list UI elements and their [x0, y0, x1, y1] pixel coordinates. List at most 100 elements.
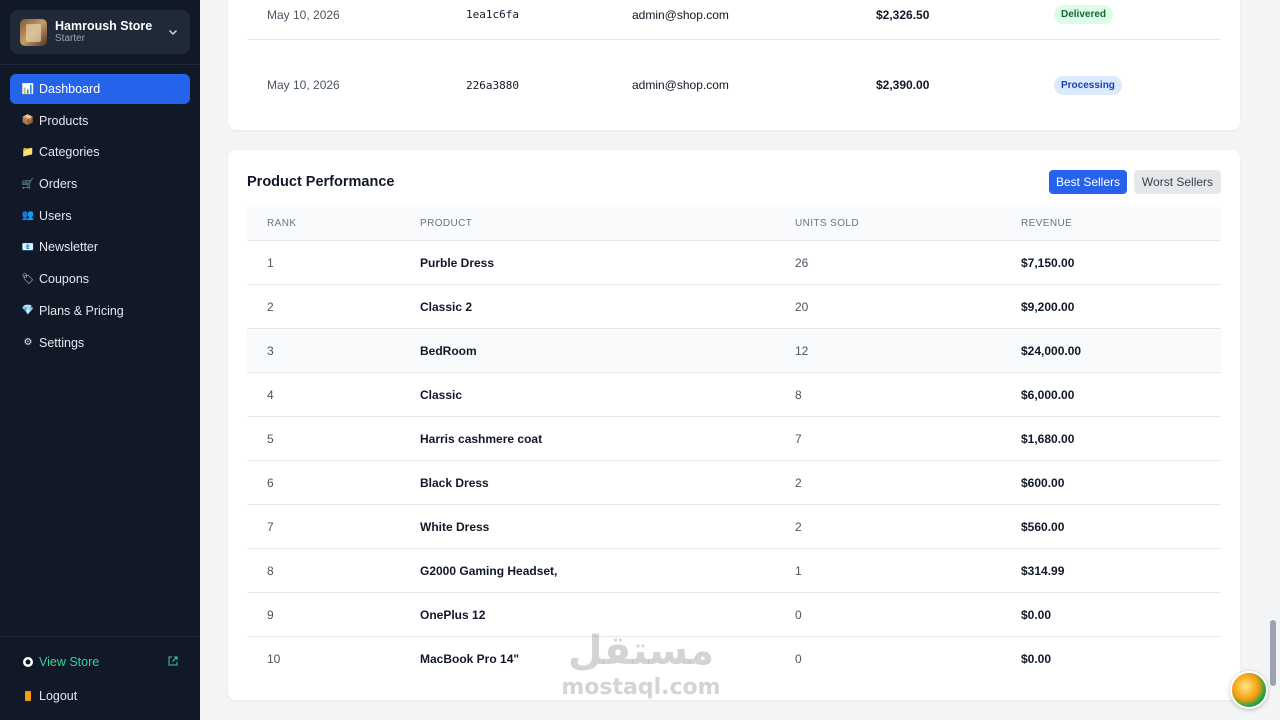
table-header: RANK PRODUCT UNITS SOLD REVENUE [247, 207, 1221, 241]
store-info: Hamroush Store Starter [55, 19, 166, 45]
chart-icon: 📊 [21, 83, 35, 95]
units-cell: 2 [795, 520, 802, 534]
sidebar-item-orders[interactable]: 🛒 Orders [10, 169, 190, 199]
product-cell: MacBook Pro 14" [420, 652, 520, 666]
table-row[interactable]: 1 Purble Dress 26 $7,150.00 [247, 241, 1221, 285]
units-cell: 0 [795, 652, 802, 666]
mail-icon: 📧 [21, 241, 35, 253]
sidebar-item-newsletter[interactable]: 📧 Newsletter [10, 232, 190, 262]
product-cell: Harris cashmere coat [420, 432, 543, 446]
sidebar-item-label: Orders [39, 177, 78, 192]
rank-cell: 9 [267, 608, 274, 622]
units-cell: 2 [795, 476, 802, 490]
product-cell: Classic [420, 388, 463, 402]
chevron-down-icon[interactable] [166, 25, 180, 39]
table-row[interactable]: 10 MacBook Pro 14" 0 $0.00 [247, 637, 1221, 681]
diamond-icon: 💎 [21, 305, 35, 317]
product-cell: Classic 2 [420, 300, 473, 314]
product-cell: Purble Dress [420, 256, 495, 270]
table-row[interactable]: 3 BedRoom 12 $24,000.00 [247, 329, 1221, 373]
units-cell: 8 [795, 388, 802, 402]
rank-cell: 2 [267, 300, 274, 314]
sidebar-item-settings[interactable]: ⚙ Settings [10, 328, 190, 358]
order-email: admin@shop.com [632, 78, 729, 92]
cart-icon: 🛒 [21, 178, 35, 190]
watermark: مستقل mostaql.com [560, 626, 722, 706]
status-badge: Processing [1054, 75, 1122, 95]
external-link-icon [168, 655, 178, 669]
sidebar-item-label: Coupons [39, 272, 90, 287]
sidebar-item-coupons[interactable]: 🏷 Coupons [10, 264, 190, 294]
divider [0, 636, 200, 637]
units-cell: 26 [795, 256, 809, 270]
revenue-cell: $24,000.00 [1021, 344, 1082, 358]
table-row[interactable]: May 10, 2026 226a3880 admin@shop.com $2,… [247, 60, 1221, 110]
sidebar-item-categories[interactable]: 📁 Categories [10, 137, 190, 167]
order-id: 1ea1c6fa [466, 8, 519, 21]
rank-cell: 5 [267, 432, 274, 446]
table-row[interactable]: May 10, 2026 1ea1c6fa admin@shop.com $2,… [247, 0, 1221, 40]
revenue-cell: $6,000.00 [1021, 388, 1075, 402]
rank-cell: 1 [267, 256, 274, 270]
sidebar-item-label: Settings [39, 335, 85, 350]
watermark-arabic: مستقل [567, 628, 715, 674]
watermark-latin: mostaql.com [561, 675, 721, 700]
sidebar-item-products[interactable]: 📦 Products [10, 106, 190, 136]
order-amount: $2,326.50 [876, 7, 930, 22]
table-row[interactable]: 8 G2000 Gaming Headset, 1 $314.99 [247, 549, 1221, 593]
logout-button[interactable]: Logout [10, 684, 190, 708]
revenue-cell: $1,680.00 [1021, 432, 1075, 446]
table-row[interactable]: 9 OnePlus 12 0 $0.00 [247, 593, 1221, 637]
sidebar-item-label: Products [39, 113, 89, 128]
store-name: Hamroush Store [55, 19, 153, 33]
table-row[interactable]: 2 Classic 2 20 $9,200.00 [247, 285, 1221, 329]
box-icon: 📦 [21, 115, 35, 127]
product-cell: G2000 Gaming Headset, [420, 564, 558, 578]
revenue-cell: $600.00 [1021, 476, 1065, 490]
order-email: admin@shop.com [632, 7, 729, 22]
status-badge: Delivered [1054, 5, 1114, 24]
units-cell: 7 [795, 432, 802, 446]
order-id: 226a3880 [466, 78, 519, 92]
sidebar-item-dashboard[interactable]: 📊 Dashboard [10, 74, 190, 104]
header-revenue: REVENUE [1021, 218, 1073, 229]
table-row[interactable]: 4 Classic 8 $6,000.00 [247, 373, 1221, 417]
rank-cell: 7 [267, 520, 274, 534]
sidebar-item-label: Categories [39, 145, 100, 160]
order-date: May 10, 2026 [267, 7, 340, 22]
header-rank: RANK [267, 218, 297, 229]
sidebar-item-plans-pricing[interactable]: 💎 Plans & Pricing [10, 296, 190, 326]
status-badge-label: Processing [1054, 75, 1122, 95]
sidebar-nav: 📊 Dashboard 📦 Products 📁 Categories 🛒 Or… [10, 74, 190, 359]
recent-orders-card: May 10, 2026 1ea1c6fa admin@shop.com $2,… [228, 0, 1240, 130]
sidebar-item-label: Newsletter [39, 240, 99, 255]
revenue-cell: $0.00 [1021, 652, 1052, 666]
divider [0, 64, 200, 65]
table-row[interactable]: 6 Black Dress 2 $600.00 [247, 461, 1221, 505]
sidebar-item-label: Users [39, 208, 72, 223]
product-cell: Black Dress [420, 476, 489, 490]
revenue-cell: $560.00 [1021, 520, 1065, 534]
logout-label: Logout [39, 689, 78, 703]
store-plan: Starter [55, 33, 86, 44]
floating-avatar-icon[interactable] [1230, 671, 1268, 709]
status-badge-label: Delivered [1054, 5, 1114, 24]
table-row[interactable]: 7 White Dress 2 $560.00 [247, 505, 1221, 549]
table-row[interactable]: 5 Harris cashmere coat 7 $1,680.00 [247, 417, 1221, 461]
product-cell: OnePlus 12 [420, 608, 486, 622]
scrollbar-thumb[interactable] [1270, 620, 1276, 686]
rank-cell: 10 [267, 652, 281, 666]
sidebar-item-users[interactable]: 👥 Users [10, 201, 190, 231]
sidebar-item-label: Dashboard [39, 82, 101, 96]
worst-sellers-button[interactable]: Worst Sellers [1134, 170, 1221, 194]
revenue-cell: $314.99 [1021, 564, 1065, 578]
best-sellers-button[interactable]: Best Sellers [1049, 170, 1127, 194]
view-store-link[interactable]: View Store [10, 650, 190, 674]
view-store-label: View Store [39, 655, 100, 669]
door-icon [22, 690, 34, 702]
units-cell: 0 [795, 608, 802, 622]
store-switcher[interactable]: Hamroush Store Starter [10, 10, 190, 54]
header-units-sold: UNITS SOLD [795, 218, 860, 229]
rank-cell: 4 [267, 388, 274, 402]
units-cell: 1 [795, 564, 802, 578]
